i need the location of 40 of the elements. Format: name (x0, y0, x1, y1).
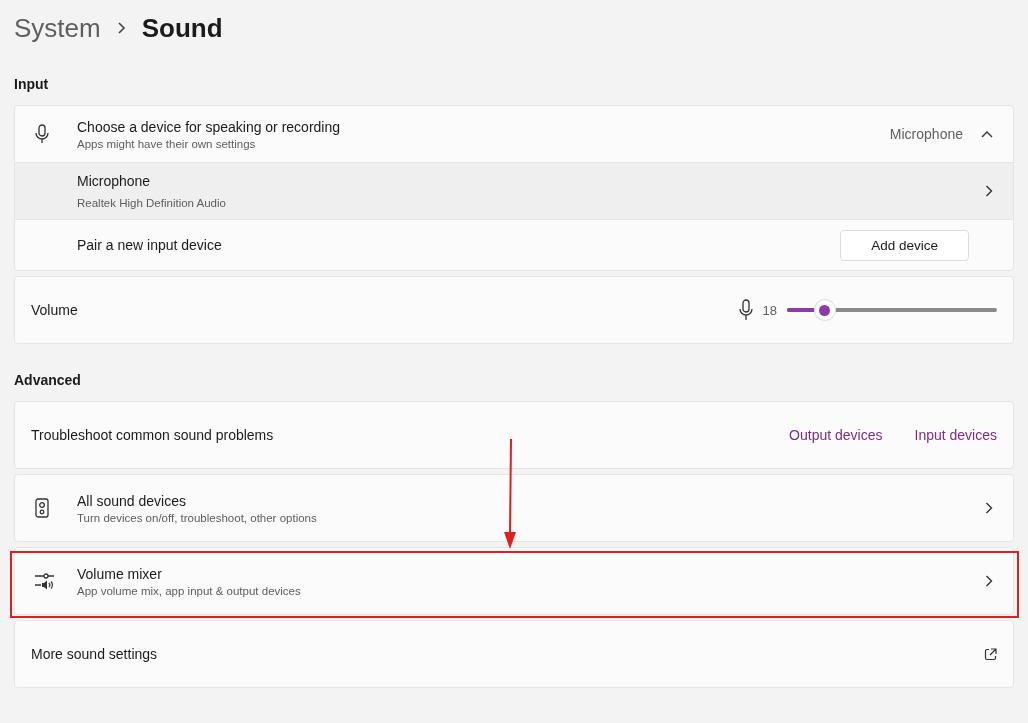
section-heading: Advanced (14, 372, 82, 388)
settings-row[interactable]: Troubleshoot common sound problems Output devices Input devices (15, 402, 1013, 468)
external-link-icon (984, 647, 997, 661)
speaker-icon (35, 498, 49, 518)
volume-reading: 18 (762, 302, 777, 318)
row-subtitle: Realtek High Definition Audio (77, 197, 227, 209)
row-title: Volume mixer (77, 565, 163, 582)
microphone-icon (35, 124, 49, 144)
row-title: All sound devices (77, 492, 187, 509)
volume-slider[interactable] (787, 299, 997, 321)
troubleshoot-link[interactable]: Output devices (789, 427, 883, 443)
volume-mixer-icon (35, 572, 55, 590)
section-heading: Input (14, 76, 50, 92)
chevron-right-icon (116, 22, 126, 34)
settings-row[interactable]: Choose a device for speaking or recording Apps might have their own settings Microphone (15, 106, 1013, 162)
chevron-up-icon[interactable] (981, 130, 993, 138)
chevron-right-icon (985, 502, 993, 514)
row-title: Volume (31, 302, 79, 318)
row-title: Troubleshoot common sound problems (31, 427, 275, 443)
settings-row[interactable]: All sound devices Turn devices on/off, troubleshoot, other options (15, 475, 1013, 541)
row-title: Microphone (77, 173, 152, 189)
row-title: More sound settings (31, 646, 159, 662)
microphone-icon (738, 299, 753, 321)
settings-row[interactable]: More sound settings (15, 621, 1013, 687)
selected-device: Microphone (889, 126, 963, 142)
row-title: Choose a device for speaking or recording (77, 118, 342, 135)
row-subtitle: Turn devices on/off, troubleshoot, other options (77, 511, 318, 524)
settings-row[interactable]: Volume mixer App volume mix, app input & output devices (15, 548, 1013, 614)
page-title: Sound (141, 12, 223, 44)
troubleshoot-link[interactable]: Input devices (914, 427, 997, 443)
row-subtitle: Apps might have their own settings (77, 137, 257, 150)
settings-row[interactable]: Pair a new input device Add device (15, 219, 1013, 270)
row-subtitle: App volume mix, app input & output devices (77, 584, 302, 597)
breadcrumb-parent[interactable]: System (14, 12, 101, 44)
settings-row[interactable]: Microphone Realtek High Definition Audio (15, 162, 1013, 219)
row-title: Pair a new input device (77, 237, 223, 253)
chevron-right-icon (985, 575, 993, 587)
add-device-button[interactable]: Add device (840, 229, 969, 261)
chevron-right-icon (985, 185, 993, 197)
settings-row[interactable]: Volume 18 (15, 277, 1013, 343)
